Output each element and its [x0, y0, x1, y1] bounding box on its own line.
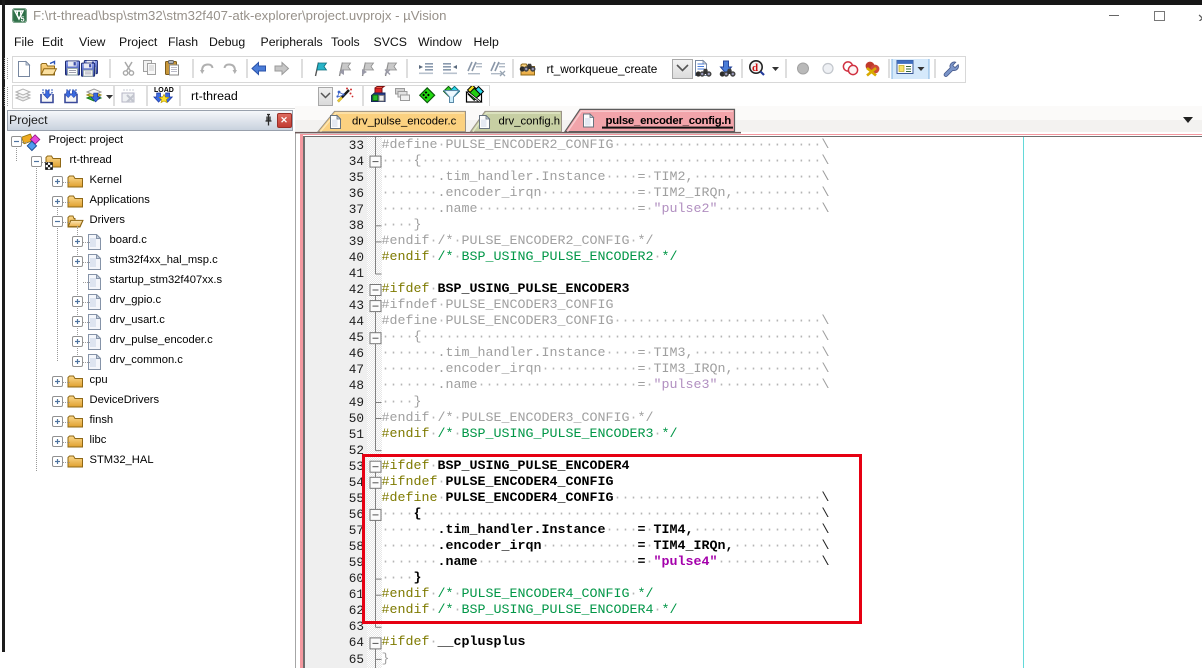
svg-text:pulse_encoder_config.h: pulse_encoder_config.h — [606, 115, 732, 127]
svg-text:drv_config.h: drv_config.h — [499, 115, 561, 127]
svg-text:5: 5 — [20, 16, 24, 22]
svg-text:drv_pulse_encoder.c: drv_pulse_encoder.c — [352, 115, 457, 127]
svg-text:d: d — [752, 62, 758, 74]
